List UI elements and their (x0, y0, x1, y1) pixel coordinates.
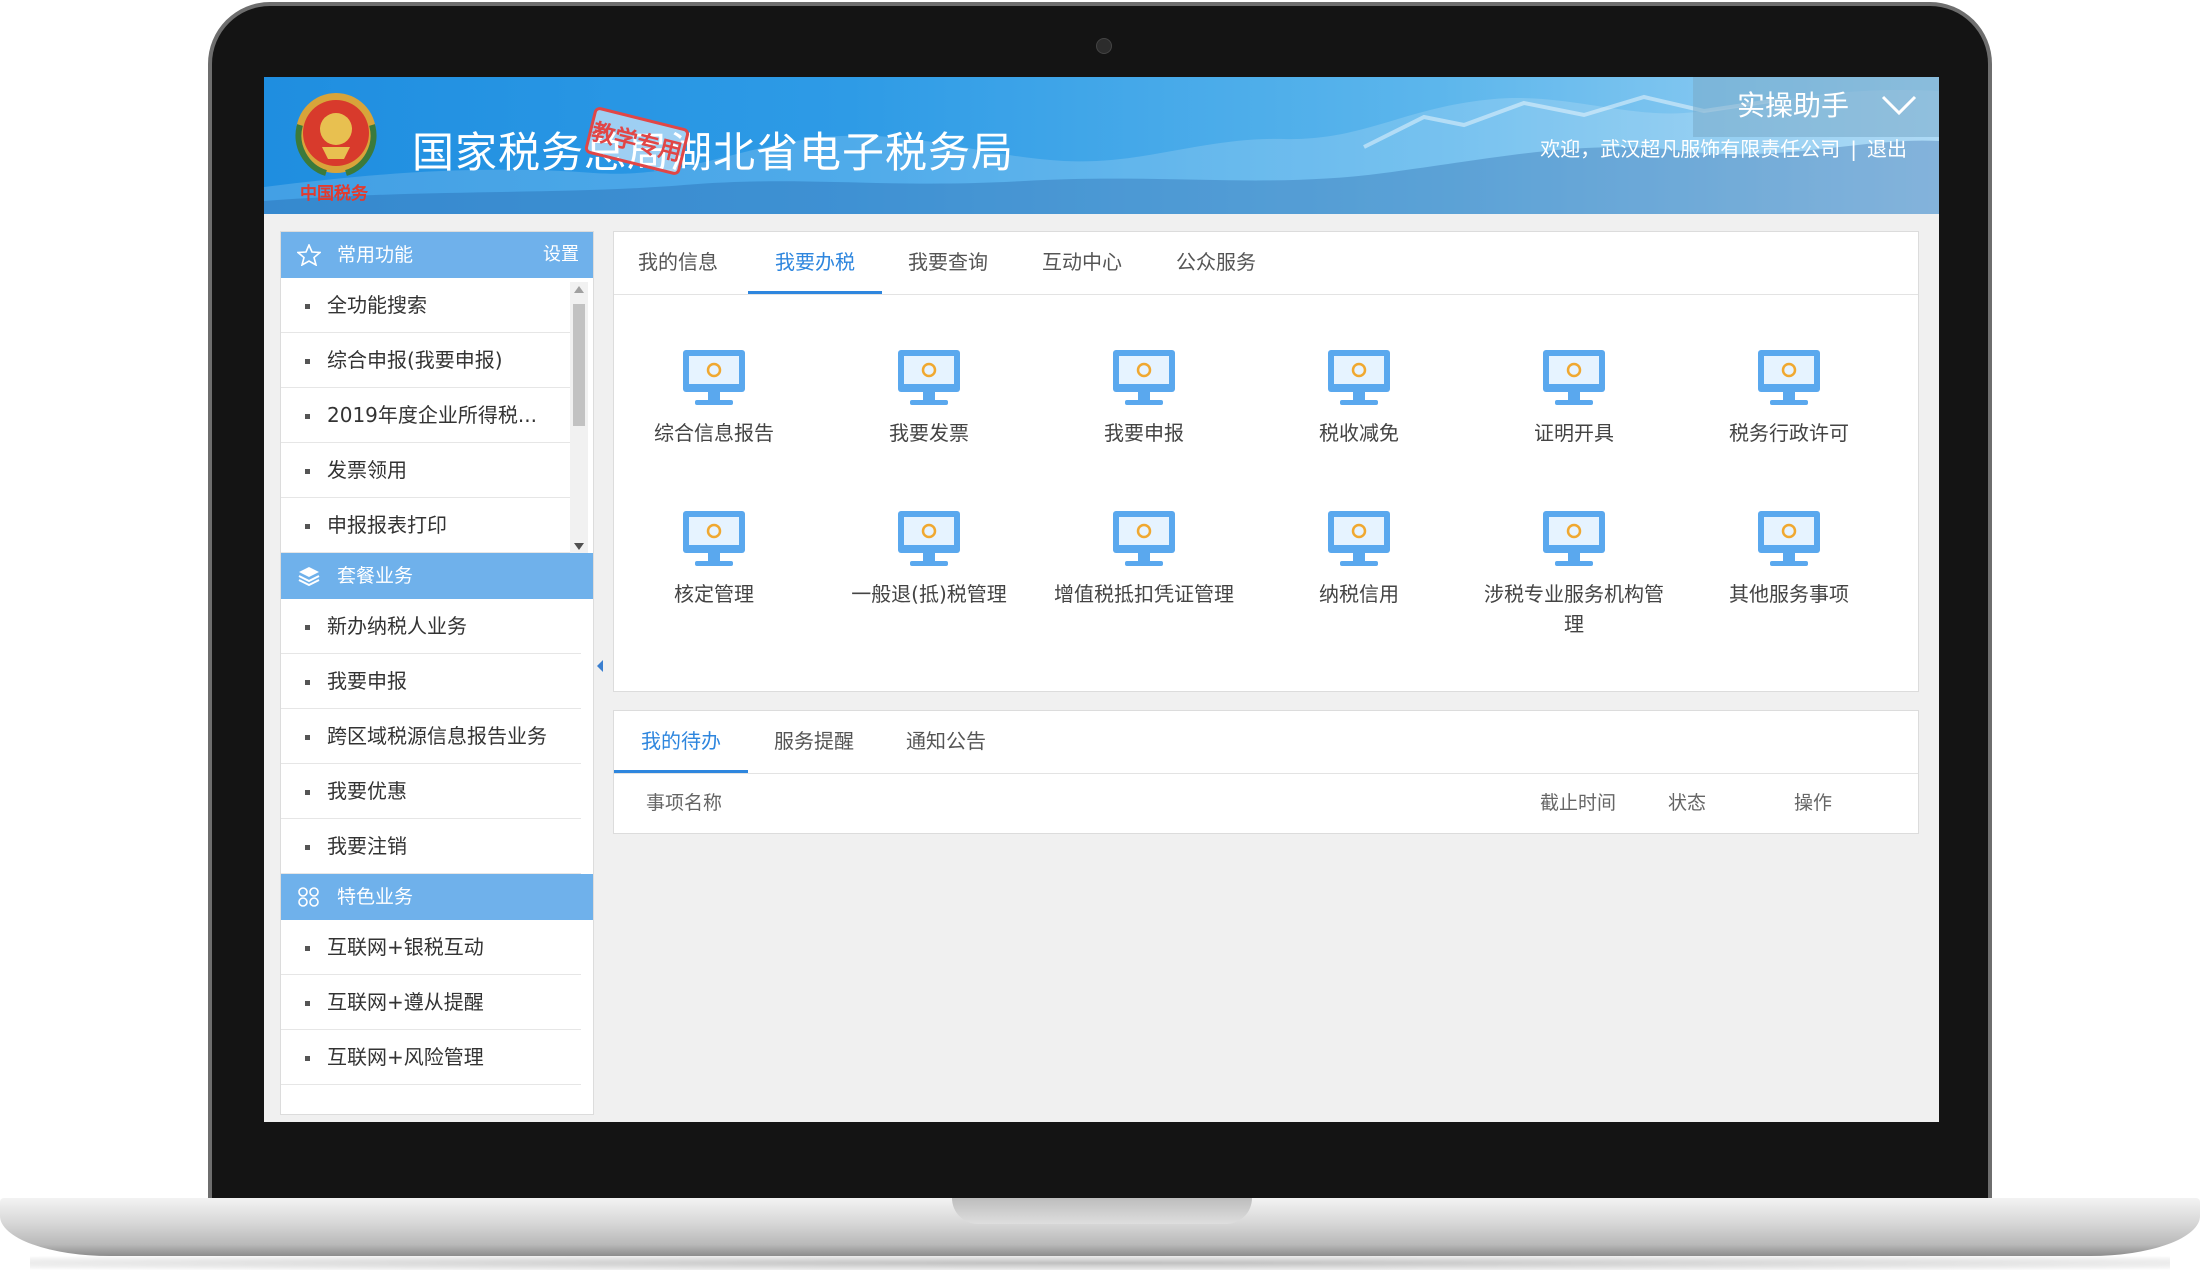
sidebar-header-common[interactable]: 常用功能 设置 (281, 232, 593, 278)
sidebar-item-invoice-claim[interactable]: 发票领用 (281, 443, 581, 498)
sidebar-item-cross-region[interactable]: 跨区域税源信息报告业务 (281, 709, 581, 764)
monitor-icon (1543, 511, 1605, 566)
tab-handle-tax[interactable]: 我要办税 (748, 232, 882, 294)
monitor-icon (1328, 511, 1390, 566)
tab-public-service[interactable]: 公众服务 (1152, 232, 1280, 294)
service-tax-relief[interactable]: 税收减免 (1252, 348, 1466, 448)
service-label: 综合信息报告 (654, 421, 774, 445)
service-other[interactable]: 其他服务事项 (1682, 509, 1896, 609)
sidebar-header-label: 套餐业务 (337, 565, 414, 587)
assistant-dropdown[interactable]: 实操助手 (1693, 77, 1939, 137)
monitor-icon (1328, 350, 1390, 405)
tab-query[interactable]: 我要查询 (884, 232, 1012, 294)
monitor-icon (1543, 350, 1605, 405)
service-label: 纳税信用 (1319, 582, 1399, 606)
sidebar-item-preferential[interactable]: 我要优惠 (281, 764, 581, 819)
monitor-icon (1758, 350, 1820, 405)
service-label: 增值税抵扣凭证管理 (1054, 582, 1234, 606)
sidebar-item-search[interactable]: 全功能搜索 (281, 278, 581, 333)
sidebar-header-label: 常用功能 (337, 244, 414, 266)
todo-tabs: 我的待办 服务提醒 通知公告 (614, 711, 1918, 774)
star-icon (297, 244, 321, 266)
sidebar-item-bank-tax[interactable]: 互联网+银税互动 (281, 920, 581, 975)
service-declare[interactable]: 我要申报 (1037, 348, 1251, 448)
service-label: 我要申报 (1104, 421, 1184, 445)
service-tax-refund[interactable]: 一般退(抵)税管理 (822, 509, 1036, 609)
scroll-thumb[interactable] (573, 304, 585, 426)
user-welcome: 欢迎，武汉超凡服饰有限责任公司 | 退出 (1540, 133, 1907, 162)
service-info-report[interactable]: 综合信息报告 (607, 348, 821, 448)
monitor-icon (1113, 511, 1175, 566)
sidebar-item-new-taxpayer[interactable]: 新办纳税人业务 (281, 599, 581, 654)
service-assessment[interactable]: 核定管理 (607, 509, 821, 609)
tab-interaction[interactable]: 互动中心 (1018, 232, 1146, 294)
welcome-separator: | (1850, 137, 1857, 161)
service-panel: 我的信息 我要办税 我要查询 互动中心 公众服务 综合信息报告 我要发票 我要申… (613, 231, 1919, 692)
assistant-label: 实操助手 (1737, 89, 1850, 122)
column-status: 状态 (1668, 792, 1707, 814)
tab-my-todo[interactable]: 我的待办 (614, 711, 748, 773)
column-deadline: 截止时间 (1540, 792, 1617, 814)
service-label: 税收减免 (1319, 421, 1399, 445)
header-banner: 中国税务 国家税务总局湖北省电子税务局 教学专用 实操助手 欢迎，武汉超凡服饰有… (264, 77, 1939, 214)
sidebar: 常用功能 设置 全功能搜索 综合申报(我要申报) 2019年度企业所得税... … (280, 231, 594, 1115)
screen: 中国税务 国家税务总局湖北省电子税务局 教学专用 实操助手 欢迎，武汉超凡服饰有… (264, 77, 1939, 1122)
sidebar-scrollbar[interactable] (570, 282, 588, 554)
sidebar-item-declare[interactable]: 我要申报 (281, 654, 581, 709)
site-title: 国家税务总局湖北省电子税务局 (412, 128, 1015, 177)
laptop-notch (952, 1198, 1252, 1224)
service-label: 核定管理 (674, 582, 754, 606)
sidebar-header-label: 特色业务 (337, 886, 414, 908)
sidebar-item-cancel[interactable]: 我要注销 (281, 819, 581, 874)
column-item-name: 事项名称 (646, 792, 723, 814)
sidebar-header-special[interactable]: 特色业务 (281, 874, 593, 920)
service-vat-voucher[interactable]: 增值税抵扣凭证管理 (1037, 509, 1251, 609)
todo-panel: 我的待办 服务提醒 通知公告 事项名称 截止时间 状态 操作 (613, 710, 1919, 834)
sidebar-collapse-icon[interactable] (597, 660, 603, 672)
sidebar-header-package[interactable]: 套餐业务 (281, 553, 593, 599)
sidebar-item-risk-management[interactable]: 互联网+风险管理 (281, 1030, 581, 1085)
monitor-icon (898, 511, 960, 566)
service-label: 税务行政许可 (1729, 421, 1849, 445)
grid-icon (298, 887, 319, 907)
monitor-icon (1758, 511, 1820, 566)
tab-service-reminder[interactable]: 服务提醒 (750, 711, 878, 773)
tab-notice[interactable]: 通知公告 (882, 711, 1010, 773)
chevron-down-icon (1881, 95, 1917, 116)
scroll-up-icon[interactable] (574, 286, 584, 293)
service-label: 我要发票 (889, 421, 969, 445)
monitor-icon (1113, 350, 1175, 405)
sidebar-item-report-print[interactable]: 申报报表打印 (281, 498, 581, 553)
service-admin-permit[interactable]: 税务行政许可 (1682, 348, 1896, 448)
monitor-icon (683, 511, 745, 566)
layers-icon (298, 567, 320, 587)
scroll-down-icon[interactable] (574, 543, 584, 550)
service-tax-credit[interactable]: 纳税信用 (1252, 509, 1466, 609)
service-label: 其他服务事项 (1729, 582, 1849, 606)
service-invoice[interactable]: 我要发票 (822, 348, 1036, 448)
sidebar-item-compliance-reminder[interactable]: 互联网+遵从提醒 (281, 975, 581, 1030)
service-tax-agency[interactable]: 涉税专业服务机构管理 (1467, 509, 1681, 639)
sidebar-item-comprehensive-declare[interactable]: 综合申报(我要申报) (281, 333, 581, 388)
column-action: 操作 (1794, 792, 1833, 814)
main-tabs: 我的信息 我要办税 我要查询 互动中心 公众服务 (614, 232, 1918, 295)
logout-link[interactable]: 退出 (1867, 137, 1907, 161)
emblem-caption: 中国税务 (300, 184, 368, 204)
service-label: 一般退(抵)税管理 (851, 582, 1007, 606)
sidebar-item-income-tax-2019[interactable]: 2019年度企业所得税... (281, 388, 581, 443)
welcome-text: 欢迎，武汉超凡服饰有限责任公司 (1540, 137, 1841, 161)
service-label: 涉税专业服务机构管理 (1484, 582, 1664, 636)
laptop-shadow (30, 1256, 2170, 1270)
tab-my-info[interactable]: 我的信息 (614, 232, 742, 294)
sidebar-setting-link[interactable]: 设置 (543, 232, 579, 278)
service-label: 证明开具 (1534, 421, 1614, 445)
monitor-icon (898, 350, 960, 405)
todo-table-header: 事项名称 截止时间 状态 操作 (614, 773, 1918, 833)
camera-icon (1096, 38, 1112, 54)
monitor-icon (683, 350, 745, 405)
service-certificate[interactable]: 证明开具 (1467, 348, 1681, 448)
